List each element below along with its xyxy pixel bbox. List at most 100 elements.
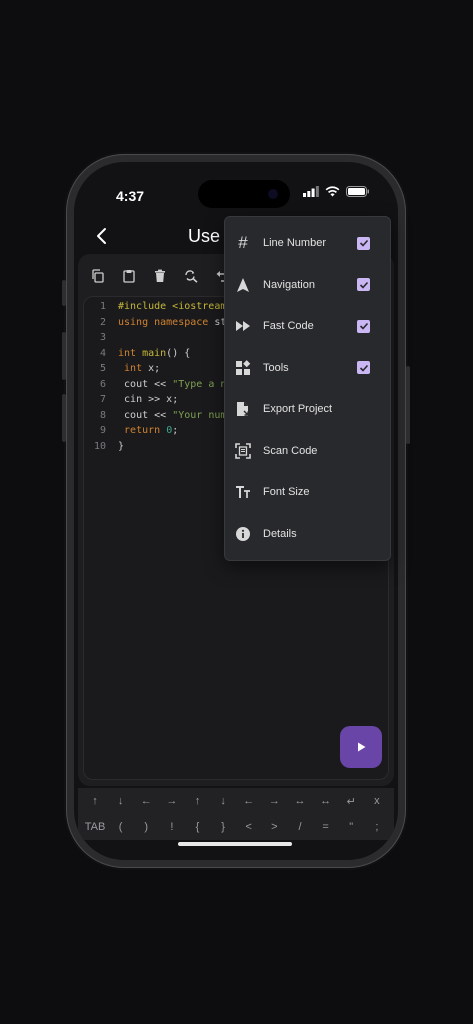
code-keyword: return — [124, 425, 167, 436]
code-text: ; — [172, 425, 179, 436]
volume-up-button — [62, 332, 66, 380]
menu-item-font-size[interactable]: Font Size — [225, 472, 390, 512]
line-number: 6 — [99, 378, 106, 390]
navigation-arrow-icon — [234, 276, 252, 294]
power-button — [406, 366, 410, 444]
text-size-icon — [234, 483, 252, 501]
checkbox-checked[interactable] — [357, 361, 370, 374]
file-export-icon — [234, 400, 252, 418]
line-number: 2 — [99, 316, 106, 328]
checkbox-checked[interactable] — [357, 319, 370, 333]
code-text: cout << — [124, 409, 173, 421]
code-line: 1 #include <iostream> — [84, 301, 232, 312]
line-number: 7 — [99, 394, 106, 405]
key-enter[interactable]: ↵ — [340, 795, 362, 808]
line-number: 8 — [99, 409, 106, 421]
code-text: #include <iostream> — [118, 301, 233, 312]
key-tab[interactable]: TAB — [84, 821, 106, 833]
editor-toolbar — [86, 264, 233, 287]
menu-item-label: Font Size — [263, 486, 310, 498]
checkbox-checked[interactable] — [357, 278, 370, 291]
menu-item-navigation[interactable]: Navigation — [225, 265, 390, 305]
widgets-icon — [234, 359, 252, 377]
menu-item-label: Tools — [263, 361, 289, 374]
volume-down-button — [62, 394, 66, 442]
status-time: 4:37 — [116, 188, 145, 204]
key-open-brace[interactable]: { — [187, 821, 209, 833]
key-home[interactable]: ← — [238, 795, 260, 807]
find-replace-icon[interactable] — [179, 264, 202, 287]
code-keyword: int — [124, 363, 143, 374]
code-line: 4 int main() { — [84, 348, 190, 359]
code-line: 9 return 0; — [84, 425, 178, 436]
line-number: 1 — [99, 301, 106, 312]
code-line: 7 cin >> x; — [84, 394, 178, 405]
code-text: } — [118, 440, 125, 452]
menu-item-details[interactable]: Details — [225, 514, 390, 554]
menu-item-line-number[interactable]: # Line Number — [225, 223, 390, 263]
key-quote[interactable]: " — [340, 821, 362, 833]
action-button — [62, 280, 66, 306]
menu-item-fast-code[interactable]: Fast Code — [225, 306, 390, 346]
signal-icon — [303, 186, 319, 197]
code-text: cout << — [124, 378, 173, 390]
key-page-up[interactable]: ↑ — [187, 795, 209, 807]
checkbox-checked[interactable] — [357, 236, 370, 250]
shortcut-row-symbols: TAB ( ) ! { } < > / = " ; — [78, 814, 394, 840]
key-down[interactable]: ↓ — [110, 795, 132, 807]
wifi-icon — [325, 186, 340, 197]
line-number: 10 — [93, 440, 106, 452]
key-less-than[interactable]: < — [238, 821, 260, 833]
key-left[interactable]: ← — [135, 795, 157, 807]
page-title: Use — [188, 226, 221, 246]
status-icons — [303, 186, 370, 197]
delete-icon[interactable] — [148, 264, 171, 287]
code-line: 8 cout << "Your num — [84, 410, 226, 421]
camera-icon — [268, 189, 278, 199]
key-right[interactable]: → — [161, 795, 183, 807]
key-up[interactable]: ↑ — [84, 795, 106, 807]
back-chevron-icon[interactable] — [90, 224, 114, 248]
key-semicolon[interactable]: ; — [366, 821, 388, 833]
key-greater-than[interactable]: > — [263, 821, 285, 833]
menu-item-label: Line Number — [263, 237, 326, 249]
menu-item-export-project[interactable]: Export Project — [225, 389, 390, 429]
code-line: 10} — [84, 441, 124, 452]
code-string: "Your num — [172, 409, 227, 421]
key-exclamation[interactable]: ! — [161, 821, 183, 833]
code-line: 5 int x; — [84, 363, 160, 374]
key-equals[interactable]: = — [315, 821, 337, 833]
menu-item-label: Fast Code — [263, 320, 314, 332]
menu-item-tools[interactable]: Tools — [225, 348, 390, 388]
key-select-left[interactable]: ↔ — [289, 795, 311, 807]
play-icon — [358, 742, 366, 752]
options-menu: # Line Number Navigation Fast Code Tools… — [224, 216, 391, 561]
menu-item-label: Navigation — [263, 278, 315, 291]
key-close[interactable]: x — [366, 795, 388, 807]
code-text: cin >> x; — [124, 394, 179, 405]
line-number: 9 — [99, 425, 106, 436]
menu-item-scan-code[interactable]: Scan Code — [225, 431, 390, 471]
line-number: 4 — [99, 347, 106, 359]
code-line: 2 using namespace st — [84, 317, 226, 328]
key-select-right[interactable]: ↔ — [315, 795, 337, 807]
hash-icon: # — [238, 233, 248, 252]
paste-icon[interactable] — [117, 264, 140, 287]
fast-forward-icon — [234, 317, 252, 335]
key-end[interactable]: → — [263, 795, 285, 807]
code-text: () { — [166, 347, 191, 359]
line-number: 5 — [99, 363, 106, 374]
dynamic-island — [198, 180, 290, 208]
key-open-paren[interactable]: ( — [110, 821, 132, 833]
shortcut-row-arrows: ↑ ↓ ← → ↑ ↓ ← → ↔ ↔ ↵ x — [78, 788, 394, 814]
key-close-brace[interactable]: } — [212, 821, 234, 833]
menu-item-label: Scan Code — [263, 444, 318, 457]
home-indicator — [178, 842, 292, 846]
code-keyword: using namespace — [118, 316, 209, 328]
code-function: main — [136, 347, 167, 359]
key-slash[interactable]: / — [289, 821, 311, 833]
key-page-down[interactable]: ↓ — [212, 795, 234, 807]
run-button[interactable] — [340, 726, 382, 768]
key-close-paren[interactable]: ) — [135, 821, 157, 833]
copy-icon[interactable] — [86, 264, 109, 287]
